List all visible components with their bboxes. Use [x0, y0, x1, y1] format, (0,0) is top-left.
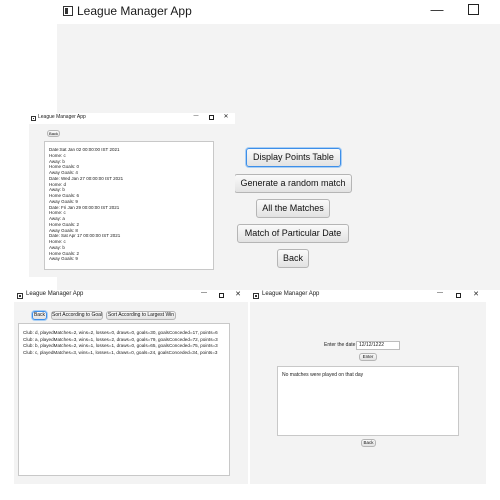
- app-icon: [31, 116, 36, 121]
- window-title: League Manager App: [77, 4, 192, 18]
- all-matches-button[interactable]: All the Matches: [256, 199, 330, 218]
- matches-window: League Manager App — ✕ Back Date:Sat Jan…: [29, 113, 235, 277]
- enter-button[interactable]: Enter: [359, 353, 377, 361]
- minimize-icon[interactable]: —: [200, 290, 208, 296]
- minimize-icon[interactable]: —: [192, 113, 200, 119]
- maximize-icon[interactable]: [209, 115, 214, 120]
- maximize-icon[interactable]: [219, 293, 224, 298]
- result-text: No matches were played on that day: [282, 372, 364, 378]
- main-back-button[interactable]: Back: [277, 249, 309, 268]
- match-of-particular-date-button[interactable]: Match of Particular Date: [237, 224, 349, 243]
- date-back-button[interactable]: Back: [361, 439, 376, 447]
- maximize-icon[interactable]: [456, 293, 461, 298]
- date-title-bar: League Manager App — ✕: [250, 290, 486, 302]
- points-table-row: Club: d, playedMatches=2, wins=2, losses…: [23, 330, 218, 335]
- display-points-table-button[interactable]: Display Points Table: [246, 148, 341, 167]
- generate-random-match-button[interactable]: Generate a random match: [234, 174, 352, 193]
- match-line: Away Goals: 9: [49, 256, 78, 262]
- minimize-icon[interactable]: —: [427, 2, 447, 17]
- matches-title-bar: League Manager App — ✕: [29, 113, 235, 124]
- maximize-icon[interactable]: [468, 4, 479, 15]
- table-back-button[interactable]: Back: [32, 311, 47, 320]
- sort-by-largest-win-button[interactable]: Sort According to Largest Win: [106, 311, 176, 320]
- date-label: Enter the date: [324, 342, 356, 348]
- main-title-bar: League Manager App —: [57, 0, 500, 24]
- sort-by-goal-button[interactable]: Sort According to Goal: [51, 311, 103, 320]
- close-icon[interactable]: ✕: [234, 290, 242, 298]
- window-title: League Manager App: [38, 114, 86, 120]
- date-window: League Manager App — ✕ Enter the date 12…: [250, 290, 486, 484]
- minimize-icon[interactable]: —: [436, 290, 444, 296]
- matches-text-area[interactable]: Date:Sat Jan 02 00:00:00 IST 2021 Home: c…: [44, 141, 214, 270]
- app-icon: [63, 6, 73, 16]
- matches-back-button[interactable]: Back: [47, 130, 60, 137]
- points-table-list: Club: d, playedMatches=2, wins=2, losses…: [23, 330, 229, 356]
- app-icon: [253, 293, 259, 299]
- app-icon: [17, 293, 23, 299]
- window-title: League Manager App: [26, 291, 84, 297]
- matches-list: Date:Sat Jan 02 00:00:00 IST 2021 Home: c…: [49, 147, 213, 262]
- table-window: League Manager App — ✕ Back Sort Accordi…: [14, 290, 248, 484]
- points-table-row: Club: b, playedMatches=2, wins=1, losses…: [23, 343, 218, 348]
- table-title-bar: League Manager App — ✕: [14, 290, 248, 302]
- close-icon[interactable]: ✕: [472, 290, 480, 298]
- date-input[interactable]: 12/12/1222: [356, 341, 400, 350]
- date-result-area[interactable]: No matches were played on that day: [277, 366, 459, 436]
- window-title: League Manager App: [262, 291, 320, 297]
- points-table-row: Club: c, playedMatches=3, wins=1, losses…: [23, 349, 218, 355]
- close-icon[interactable]: ✕: [222, 113, 230, 120]
- points-table-area[interactable]: Club: d, playedMatches=2, wins=2, losses…: [18, 323, 230, 476]
